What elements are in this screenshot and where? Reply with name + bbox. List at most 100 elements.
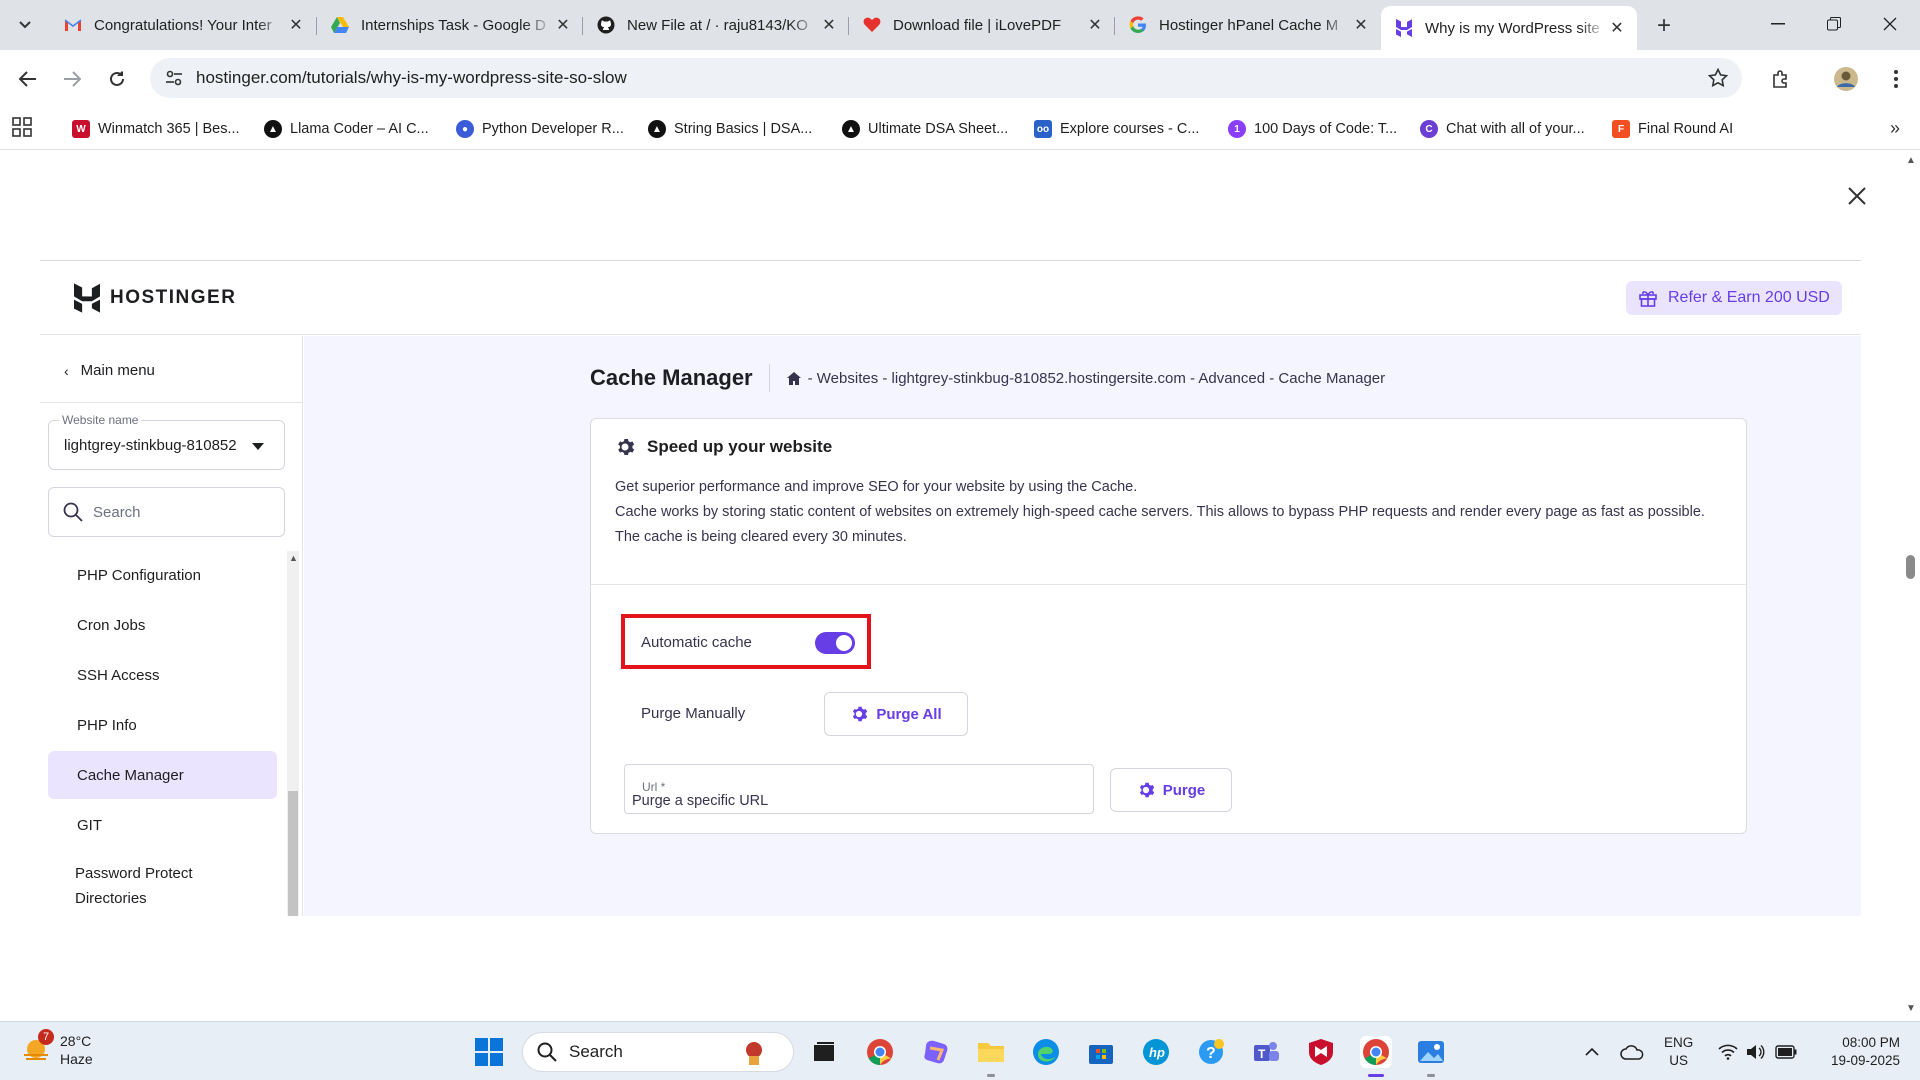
forward-button[interactable]: [56, 63, 88, 95]
website-select[interactable]: Website name lightgrey-stinkbug-810852: [48, 413, 285, 470]
reload-button[interactable]: [101, 63, 133, 95]
bookmark-label: Ultimate DSA Sheet...: [868, 121, 1009, 137]
bookmark-item[interactable]: oo Explore courses - C...: [1034, 116, 1199, 142]
sidebar-item-php-info[interactable]: PHP Info: [48, 701, 277, 749]
scroll-up-arrow-icon[interactable]: ▲: [289, 553, 298, 563]
more-bookmarks-icon[interactable]: »: [1890, 118, 1900, 139]
language-indicator[interactable]: ENG US: [1664, 1034, 1693, 1070]
extensions-button[interactable]: [1765, 63, 1797, 95]
new-tab-button[interactable]: +: [1650, 12, 1678, 40]
apps-grid-icon[interactable]: [12, 117, 36, 141]
close-tab-icon[interactable]: ✕: [1351, 15, 1371, 35]
automatic-cache-toggle[interactable]: [815, 632, 855, 654]
onedrive-button[interactable]: [1616, 1036, 1648, 1068]
breadcrumb-text[interactable]: - Websites - lightgrey-stinkbug-810852.h…: [808, 370, 1386, 387]
browser-tab-gmail[interactable]: Congratulations! Your Inter ✕: [50, 8, 316, 42]
profile-avatar[interactable]: [1830, 63, 1862, 95]
bookmark-item[interactable]: F Final Round AI: [1612, 116, 1733, 142]
hpanel-header: HOSTINGER Refer & Earn 200 USD: [40, 261, 1861, 335]
site-info-icon[interactable]: [154, 58, 194, 98]
volume-status[interactable]: [1740, 1036, 1772, 1068]
website-select-value: lightgrey-stinkbug-810852: [64, 437, 237, 454]
sidebar-item-cron-jobs[interactable]: Cron Jobs: [48, 601, 277, 649]
scroll-down-arrow-icon[interactable]: ▼: [1906, 1003, 1916, 1014]
taskbar-mcafee[interactable]: [1305, 1036, 1337, 1068]
sidebar-item-label: PHP Info: [77, 716, 137, 734]
close-overlay-button[interactable]: [1842, 181, 1872, 211]
bookmark-label: Llama Coder – AI C...: [290, 121, 429, 137]
bookmark-label: Winmatch 365 | Bes...: [98, 121, 240, 137]
close-tab-icon[interactable]: ✕: [1607, 18, 1627, 38]
scroll-up-arrow-icon[interactable]: ▲: [1906, 155, 1916, 166]
bookmark-star-icon[interactable]: [1707, 67, 1729, 93]
battery-status[interactable]: [1770, 1036, 1802, 1068]
cloud-icon: [1620, 1045, 1644, 1060]
close-tab-icon[interactable]: ✕: [819, 15, 839, 35]
taskbar-search[interactable]: Search: [522, 1032, 794, 1072]
hostinger-logo[interactable]: HOSTINGER: [74, 283, 236, 313]
refer-earn-button[interactable]: Refer & Earn 200 USD: [1626, 281, 1842, 315]
task-view-button[interactable]: [808, 1036, 840, 1068]
taskbar-photos[interactable]: [1415, 1036, 1447, 1068]
taskbar-chrome[interactable]: [864, 1036, 896, 1068]
github-icon: [597, 16, 615, 34]
browser-tab-hostinger-active[interactable]: Why is my WordPress site ✕: [1381, 6, 1637, 50]
bookmark-item[interactable]: W Winmatch 365 | Bes...: [72, 116, 240, 142]
taskbar-hp[interactable]: hp: [1140, 1036, 1172, 1068]
purge-url-input[interactable]: Url * Purge a specific URL: [624, 764, 1094, 814]
bookmark-item[interactable]: ▲ Llama Coder – AI C...: [264, 116, 429, 142]
sidebar-item-cache-manager[interactable]: Cache Manager: [48, 751, 277, 799]
weather-widget[interactable]: 28°C Haze: [22, 1032, 93, 1068]
hpanel-screenshot-frame: HOSTINGER Refer & Earn 200 USD ‹ Main me…: [40, 260, 1861, 1021]
hpanel-sidebar: ‹ Main menu Website name lightgrey-stink…: [40, 336, 303, 916]
address-bar[interactable]: hostinger.com/tutorials/why-is-my-wordpr…: [150, 58, 1742, 98]
purge-button[interactable]: Purge: [1110, 768, 1232, 812]
show-hidden-icons-button[interactable]: [1576, 1036, 1608, 1068]
taskbar-edge[interactable]: [1030, 1036, 1062, 1068]
clock[interactable]: 08:00 PM 19-09-2025: [1816, 1034, 1900, 1070]
chevron-down-icon: [19, 21, 31, 29]
taskbar-help[interactable]: ?: [1195, 1036, 1227, 1068]
browser-tab-drive[interactable]: Internships Task - Google D ✕: [317, 8, 583, 42]
gear-icon: [853, 706, 868, 722]
start-button[interactable]: [473, 1036, 505, 1068]
back-button[interactable]: [12, 63, 44, 95]
sidebar-search-input[interactable]: Search: [48, 487, 285, 537]
bookmark-item[interactable]: ● Python Developer R...: [456, 116, 624, 142]
close-tab-icon[interactable]: ✕: [286, 15, 306, 35]
bookmark-item[interactable]: C Chat with all of your...: [1420, 116, 1585, 142]
tab-search-button[interactable]: [10, 10, 40, 40]
sidebar-scrollbar[interactable]: ▲: [287, 551, 299, 916]
sidebar-item-password-protect[interactable]: Password Protect Directories: [48, 861, 228, 917]
close-tab-icon[interactable]: ✕: [1085, 15, 1105, 35]
divider: [768, 364, 770, 392]
sidebar-item-label: Cache Manager: [77, 766, 184, 784]
browser-tab-google[interactable]: Hostinger hPanel Cache M ✕: [1115, 8, 1381, 42]
sidebar-item-php-configuration[interactable]: PHP Configuration: [48, 551, 277, 599]
restore-button[interactable]: [1806, 0, 1862, 48]
taskbar-copilot[interactable]: [920, 1036, 952, 1068]
home-icon[interactable]: [786, 371, 802, 386]
sidebar-item-git[interactable]: GIT: [48, 801, 277, 849]
close-window-button[interactable]: [1862, 0, 1918, 48]
bookmark-item[interactable]: ▲ Ultimate DSA Sheet...: [842, 116, 1008, 142]
page-scrollbar[interactable]: ▲ ▼: [1902, 151, 1920, 1021]
bookmark-item[interactable]: 1 100 Days of Code: T...: [1228, 116, 1397, 142]
taskbar-chrome-active[interactable]: [1360, 1036, 1392, 1068]
close-tab-icon[interactable]: ✕: [553, 15, 573, 35]
scrollbar-thumb[interactable]: [288, 791, 298, 916]
sidebar-item-label: Password Protect Directories: [75, 865, 193, 907]
taskbar-store[interactable]: [1085, 1036, 1117, 1068]
purge-all-button[interactable]: Purge All: [824, 692, 968, 736]
taskbar-teams[interactable]: T: [1250, 1036, 1282, 1068]
browser-tab-ilovepdf[interactable]: Download file | iLovePDF ✕: [849, 8, 1115, 42]
main-menu-link[interactable]: ‹ Main menu: [64, 362, 155, 379]
browser-menu-button[interactable]: [1880, 63, 1912, 95]
minimize-button[interactable]: [1750, 0, 1806, 48]
scrollbar-thumb[interactable]: [1906, 555, 1915, 579]
url-text[interactable]: hostinger.com/tutorials/why-is-my-wordpr…: [196, 68, 627, 88]
sidebar-item-ssh-access[interactable]: SSH Access: [48, 651, 277, 699]
taskbar-file-explorer[interactable]: [975, 1036, 1007, 1068]
browser-tab-github[interactable]: New File at / · raju8143/KO ✕: [583, 8, 849, 42]
bookmark-item[interactable]: ▲ String Basics | DSA...: [648, 116, 812, 142]
